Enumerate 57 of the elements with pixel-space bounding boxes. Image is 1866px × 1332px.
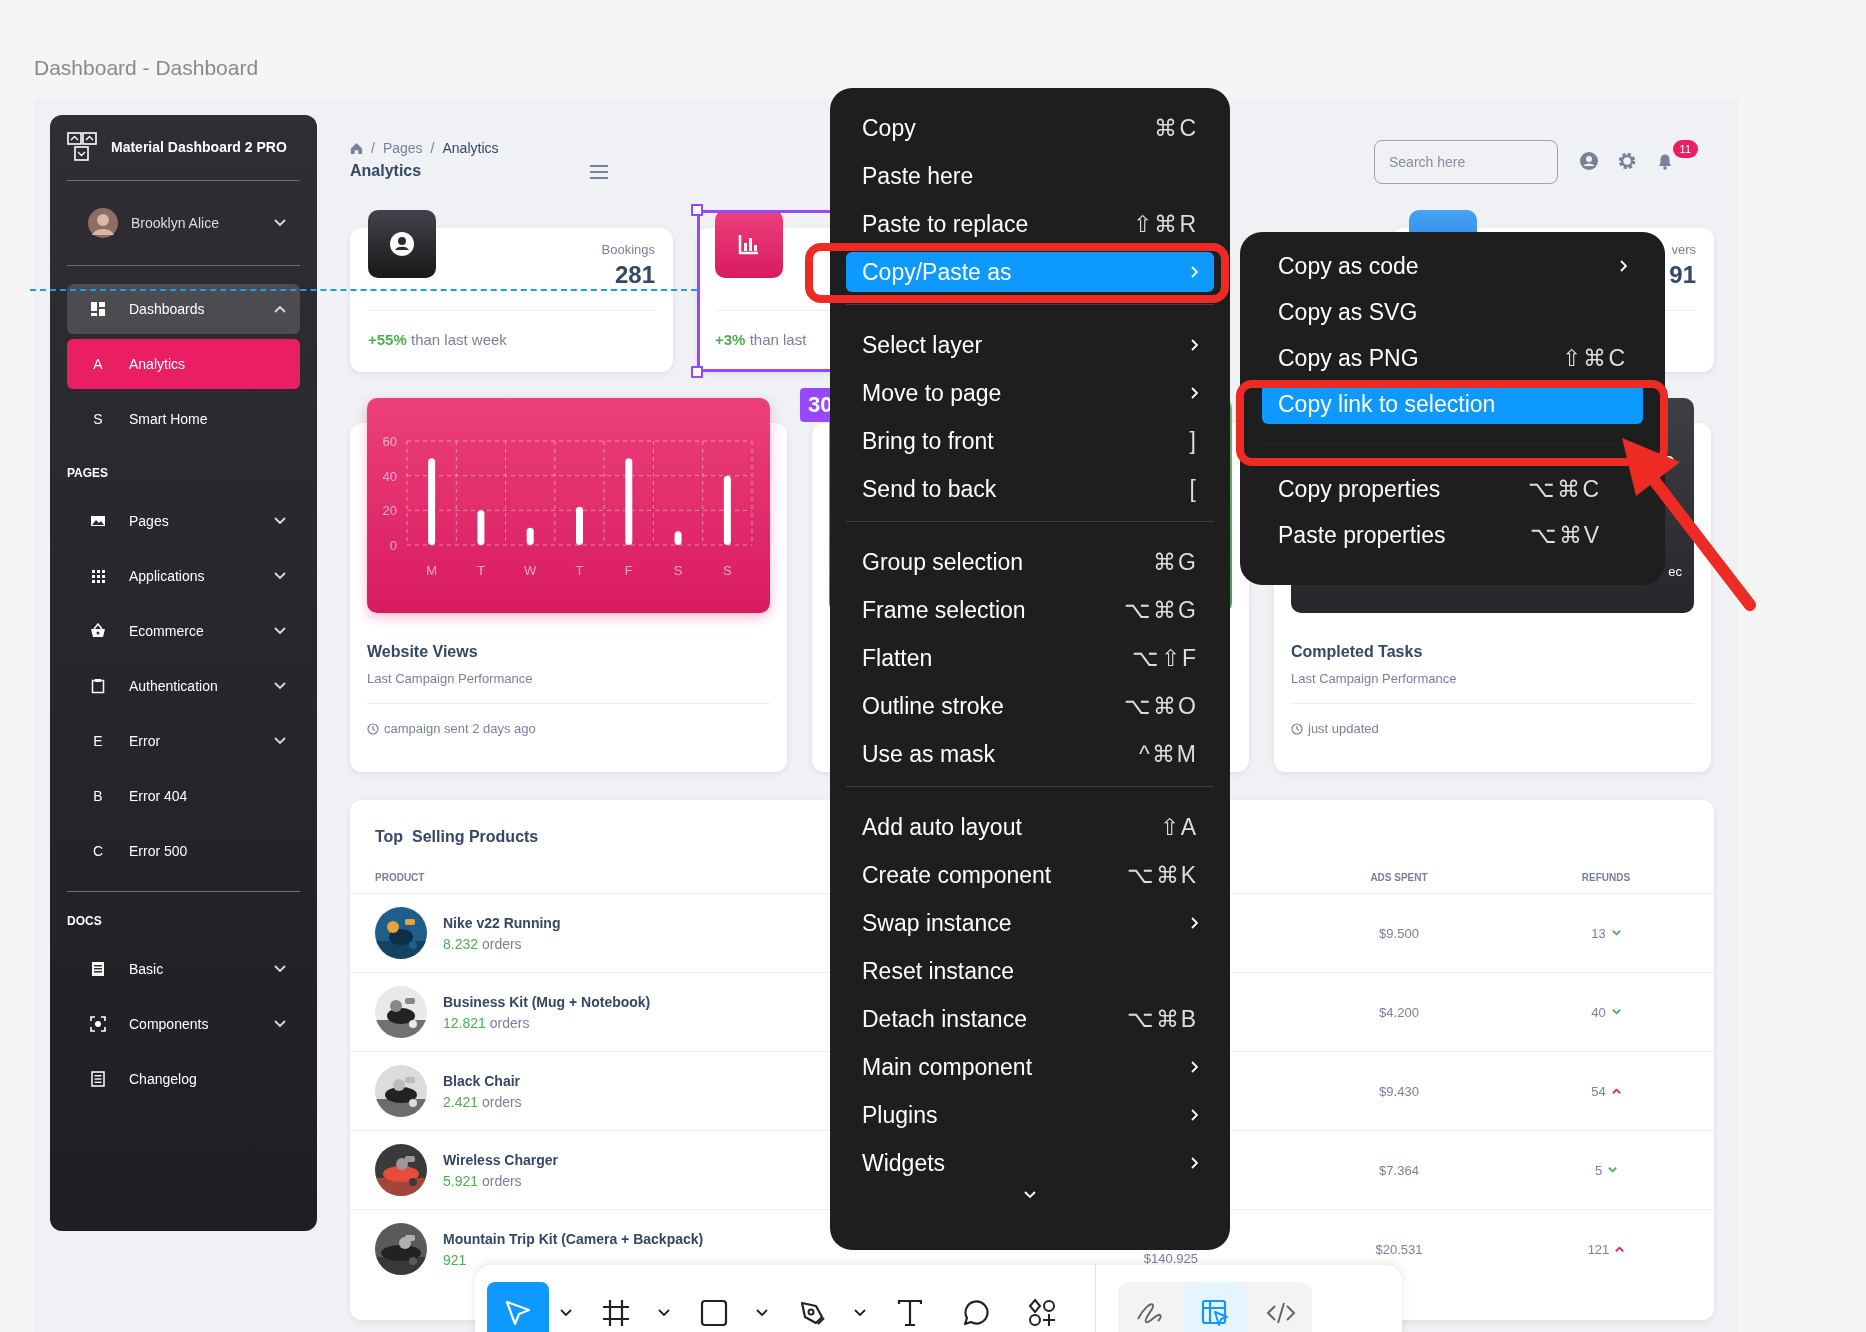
column-header: ADS SPENT <box>1370 872 1428 883</box>
order-count: 2.421 orders <box>443 1093 522 1110</box>
table-cell-text: $20.531 <box>1374 1241 1424 1257</box>
product-name: Wireless Charger <box>443 1151 559 1168</box>
table-cell-text: $9.430 <box>1378 1083 1420 1099</box>
axis-label: T <box>575 563 584 578</box>
stat-change: +3% than last <box>715 331 807 348</box>
stat-value: 281 <box>614 261 655 289</box>
section-heading: DOCS <box>67 912 103 930</box>
axis-label: T <box>476 563 485 578</box>
table-cell: 40 <box>1591 1004 1606 1020</box>
axis-label: W <box>524 563 537 578</box>
table-title: Top Selling Products <box>375 828 539 846</box>
product-name: Business Kit (Mug + Notebook) <box>443 993 651 1010</box>
axis-label: S <box>673 563 683 578</box>
table-cell-text: $4.200 <box>1378 1004 1420 1020</box>
product-name: Black Chair <box>443 1072 522 1089</box>
table-cell: 121 <box>1587 1241 1610 1257</box>
stat-value: 91 <box>1669 261 1696 289</box>
stat-label: vers <box>1671 242 1696 257</box>
axis-label: S <box>723 563 732 578</box>
product-name: Mountain Trip Kit (Camera + Backpack) <box>443 1230 704 1247</box>
card-title: Website Views <box>367 642 479 661</box>
brand-name: Material Dashboard 2 PRO <box>111 139 287 155</box>
breadcrumb-separator: / <box>430 140 435 156</box>
card-subtitle: Last Campaign Performance <box>367 671 534 686</box>
table-cell: 5 <box>1594 1162 1603 1178</box>
product-name: Nike v22 Running <box>443 914 561 931</box>
order-count: 12.821 orders <box>443 1014 531 1031</box>
frame-title: Dashboard - Dashboard <box>34 56 259 80</box>
axis-label: M <box>426 563 438 578</box>
column-header: PRODUCT <box>375 872 425 883</box>
table-cell: 13 <box>1591 925 1606 941</box>
stat-change: +55% than last week <box>368 331 507 348</box>
table-cell-text: $9.500 <box>1378 925 1420 941</box>
axis-label: F <box>624 563 633 578</box>
axis-label: 60 <box>382 434 397 449</box>
order-count: 921 <box>443 1251 468 1268</box>
breadcrumb-separator: / <box>371 140 375 156</box>
card-subtitle: Last Campaign Performance <box>1291 671 1458 686</box>
axis-label: 40 <box>382 468 397 484</box>
column-header: REFUNDS <box>1581 872 1631 883</box>
card-title: Completed Tasks <box>1291 642 1424 661</box>
stat-label: Bookings <box>601 242 655 257</box>
update-note: campaign sent 2 days ago <box>384 721 536 736</box>
axis-label: 0 <box>389 538 397 553</box>
axis-label: ec <box>1668 564 1682 579</box>
table-cell: 54 <box>1591 1083 1606 1099</box>
axis-label: 20 <box>382 503 397 519</box>
section-heading: PAGES <box>67 464 110 482</box>
update-note: just updated <box>1308 721 1379 736</box>
page-title: Analytics <box>350 162 423 180</box>
table-cell: $140.925 <box>1143 1251 1198 1266</box>
notification-badge: 11 <box>1672 140 1698 158</box>
table-cell-text: $7.364 <box>1378 1162 1420 1178</box>
order-count: 8.232 orders <box>443 935 523 952</box>
order-count: 5.921 orders <box>443 1172 523 1189</box>
